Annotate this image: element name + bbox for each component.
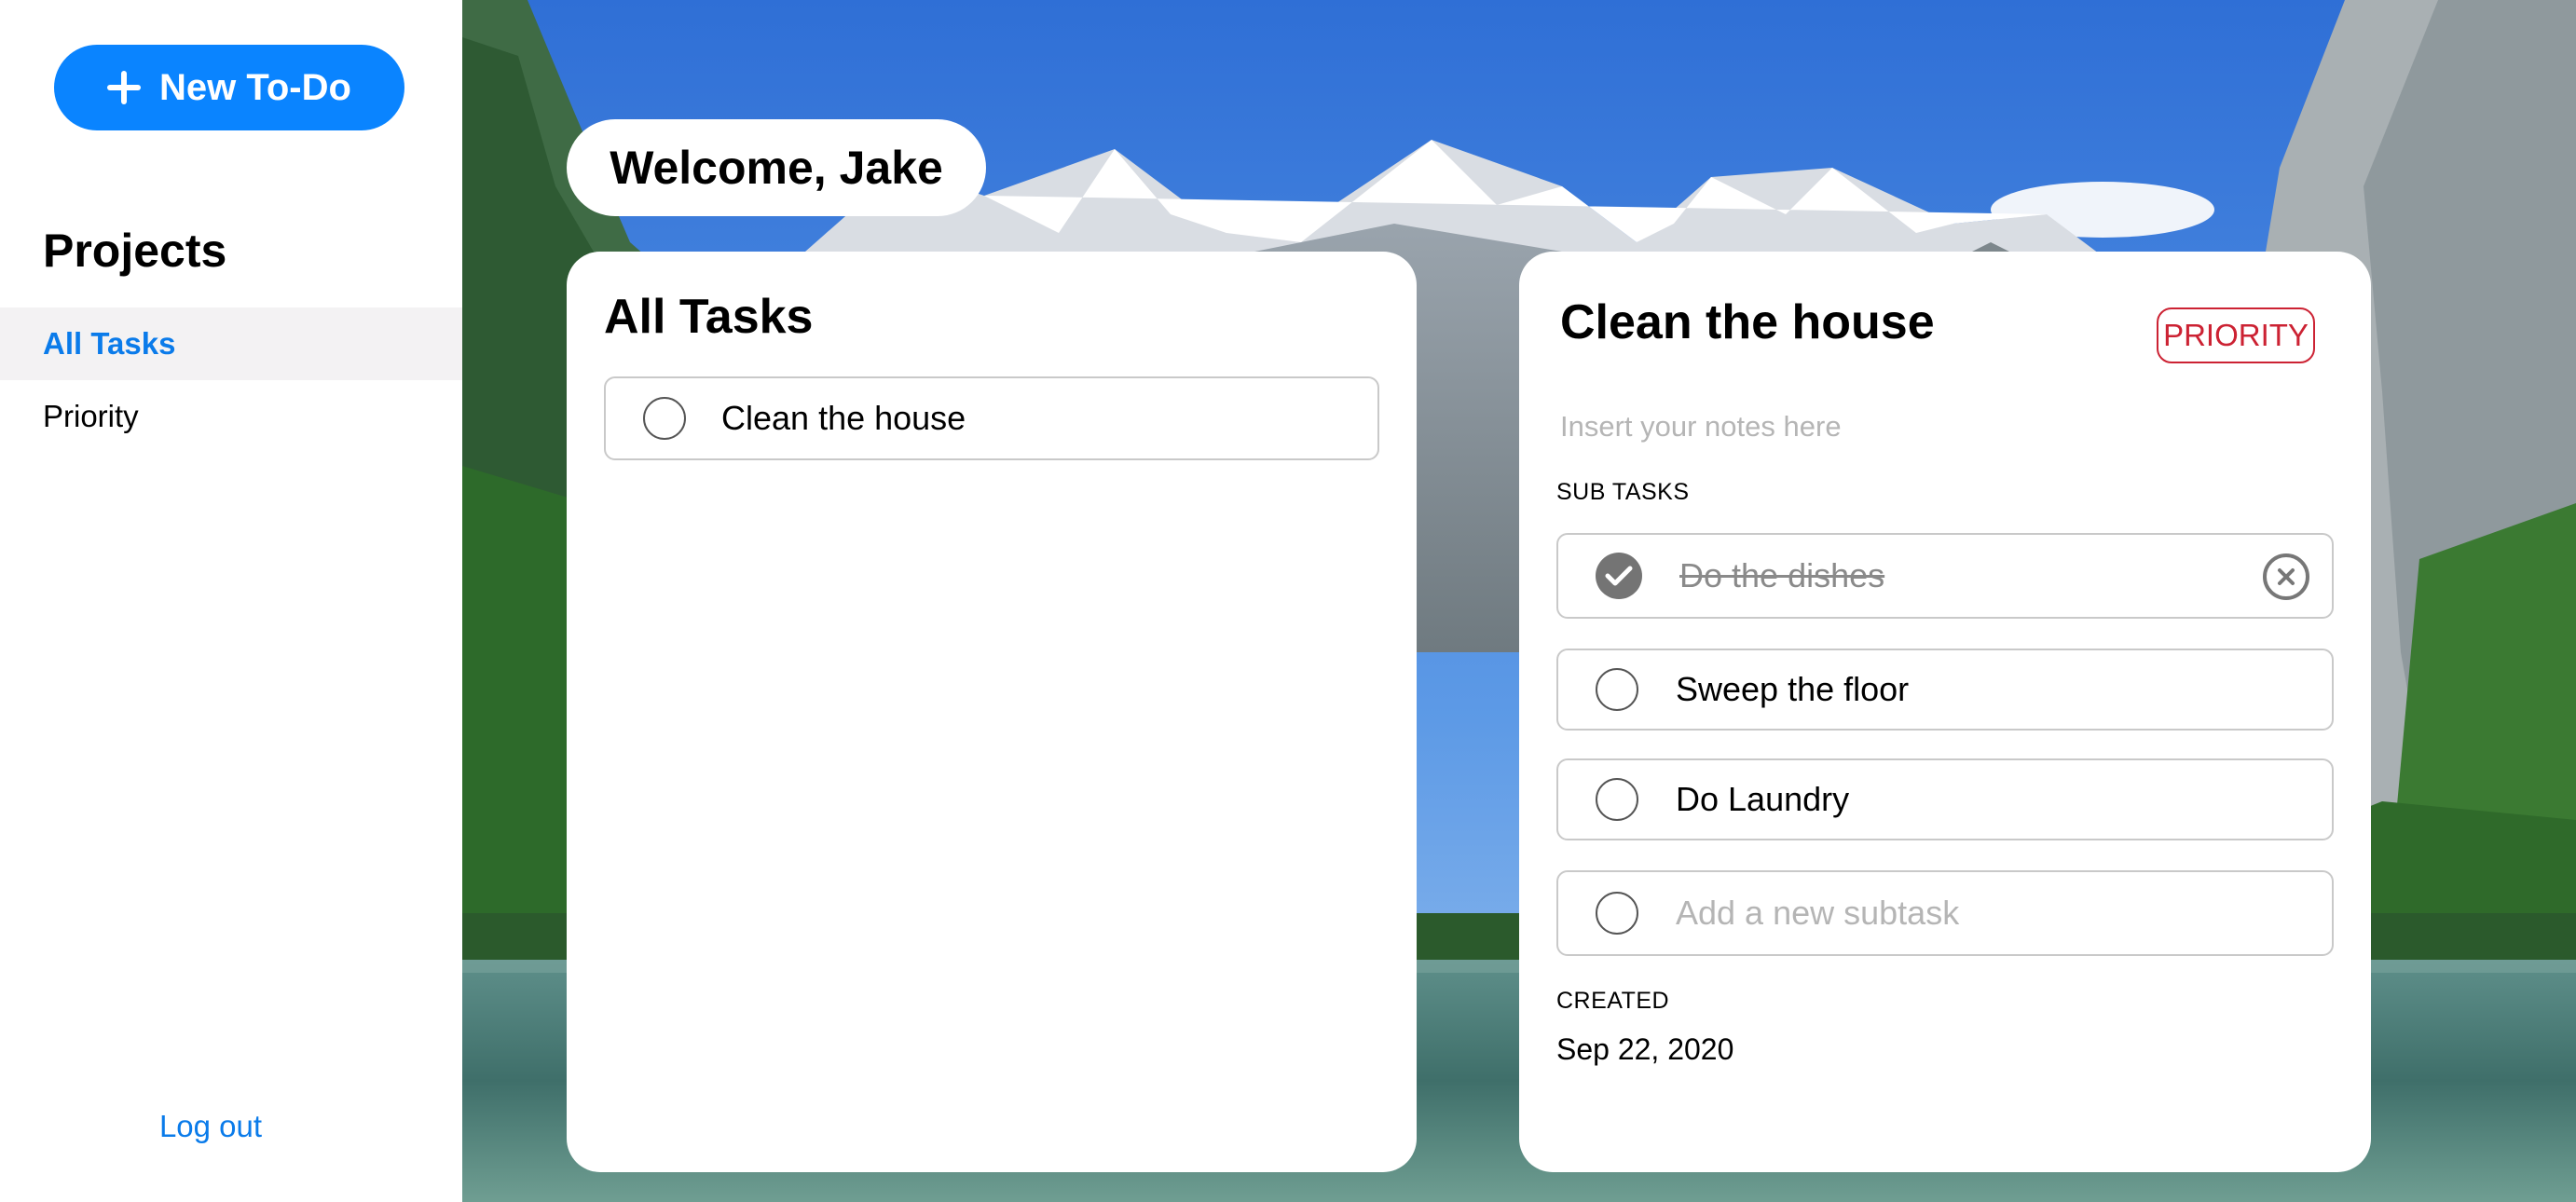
subtask-label: Do the dishes — [1679, 556, 1885, 594]
subtask-row[interactable]: Do the dishes — [1556, 533, 2334, 619]
task-detail-title: Clean the house — [1560, 295, 1935, 349]
checkmark-icon[interactable] — [1596, 553, 1642, 599]
welcome-greeting: Welcome, Jake — [567, 119, 986, 216]
sidebar-item-label: Priority — [43, 399, 139, 433]
all-tasks-panel: All Tasks Clean the house — [567, 252, 1417, 1172]
new-subtask-row — [1556, 870, 2334, 956]
subtask-label: Do Laundry — [1676, 780, 1850, 818]
task-row[interactable]: Clean the house — [604, 376, 1379, 460]
circle-checkbox-icon[interactable] — [1596, 778, 1638, 821]
sidebar-item-label: All Tasks — [43, 326, 176, 361]
new-todo-label: New To-Do — [159, 66, 351, 108]
subtask-row[interactable]: Sweep the floor — [1556, 649, 2334, 731]
new-todo-button[interactable]: New To-Do — [54, 45, 404, 130]
subtasks-label: SUB TASKS — [1556, 479, 1690, 505]
new-subtask-input[interactable] — [1676, 885, 2309, 941]
notes-input[interactable] — [1560, 401, 2324, 453]
remove-x-icon[interactable] — [2263, 553, 2309, 600]
circle-checkbox-icon — [1596, 892, 1638, 935]
panel-title: All Tasks — [604, 290, 814, 344]
sidebar-item-priority[interactable]: Priority — [0, 380, 462, 453]
subtask-row[interactable]: Do Laundry — [1556, 758, 2334, 840]
circle-checkbox-icon[interactable] — [1596, 668, 1638, 711]
sidebar: New To-Do Projects All Tasks Priority Lo… — [0, 0, 462, 1202]
priority-badge[interactable]: PRIORITY — [2157, 307, 2315, 363]
task-detail-panel: Clean the house PRIORITY SUB TASKS Do th… — [1519, 252, 2371, 1172]
task-label: Clean the house — [721, 399, 966, 437]
circle-checkbox-icon[interactable] — [643, 397, 686, 440]
created-date: Sep 22, 2020 — [1556, 1032, 1734, 1066]
sidebar-item-all-tasks[interactable]: All Tasks — [0, 307, 462, 380]
subtask-label: Sweep the floor — [1676, 670, 1910, 708]
logout-link[interactable]: Log out — [0, 1109, 421, 1144]
created-label: CREATED — [1556, 988, 1670, 1014]
projects-heading: Projects — [43, 225, 227, 277]
plus-icon — [107, 71, 142, 104]
